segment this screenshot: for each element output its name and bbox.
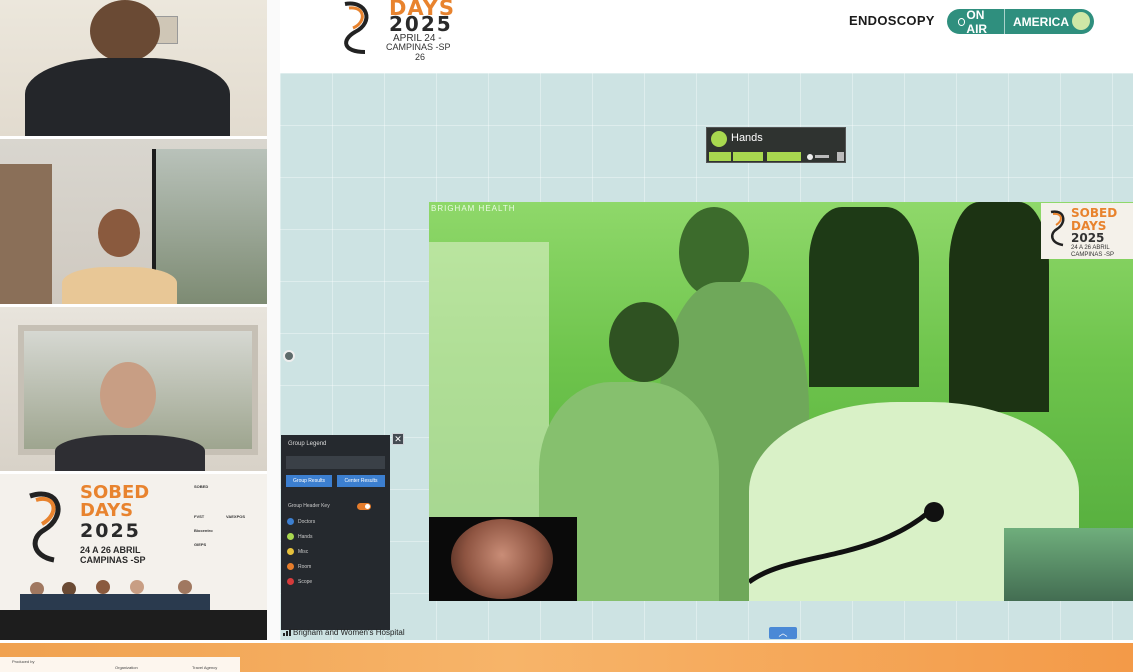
legend-item[interactable]: Doctors bbox=[287, 518, 315, 525]
visibility-toggle[interactable] bbox=[807, 152, 831, 161]
legend-item[interactable]: Hands bbox=[287, 533, 312, 540]
group-legend-panel: Group Legend Group Results Center Result… bbox=[281, 435, 390, 630]
trash-icon[interactable] bbox=[837, 152, 844, 161]
close-icon[interactable]: ✕ bbox=[392, 433, 404, 445]
panel-table bbox=[0, 610, 267, 640]
equipment-cart bbox=[429, 242, 549, 522]
badge-year: 2025 bbox=[1071, 231, 1105, 245]
sponsor-list: SOBED FVST VAEXPOS Biocentro GIEPS bbox=[192, 482, 264, 566]
sobed-logo-icon bbox=[1050, 210, 1065, 247]
endoscopy-feed bbox=[429, 517, 577, 601]
channel-label: ENDOSCOPY bbox=[849, 13, 935, 28]
scope-view bbox=[451, 519, 553, 599]
chevron-up-icon[interactable]: ︿ bbox=[769, 627, 797, 639]
legend-item[interactable]: Misc bbox=[287, 548, 308, 555]
stream-screen: SOBED DAYS 2025 24 A 26 ABRIL CAMPINAS -… bbox=[0, 0, 1133, 672]
participant-tile-4[interactable]: SOBED DAYS 2025 24 A 26 ABRIL CAMPINAS -… bbox=[0, 474, 267, 640]
legend-color-dot bbox=[287, 548, 294, 555]
person-standing bbox=[949, 202, 1049, 412]
endoscope-icon bbox=[749, 502, 944, 585]
group-card-option[interactable] bbox=[733, 152, 763, 161]
sponsor-strip: Produced by Organization Travel Agency bbox=[0, 657, 240, 672]
sobed-logo-icon bbox=[344, 1, 369, 54]
panel-logo-subtitle: DAYS bbox=[80, 500, 134, 521]
onair-label: ON AIR bbox=[966, 7, 988, 36]
group-card-option[interactable] bbox=[767, 152, 801, 161]
legend-item[interactable]: Scope bbox=[287, 578, 312, 585]
panel-logo-dates: 24 A 26 ABRIL bbox=[80, 545, 141, 555]
legend-item[interactable]: Room bbox=[287, 563, 311, 570]
live-dot-icon bbox=[958, 17, 966, 26]
video-event-badge: SOBED DAYS 2025 24 A 26 ABRIL CAMPINAS -… bbox=[1041, 203, 1133, 259]
organization-label: Organization bbox=[115, 665, 138, 670]
panel-logo-year: 2025 bbox=[80, 520, 141, 542]
legend-color-dot bbox=[287, 533, 294, 540]
travel-agency-label: Travel Agency bbox=[192, 665, 218, 670]
room-camera-feed bbox=[1004, 528, 1133, 601]
legend-search-input[interactable] bbox=[286, 456, 385, 469]
produced-by-label: Produced by bbox=[12, 659, 35, 664]
globe-icon bbox=[1072, 12, 1090, 30]
onair-badge: ON AIR AMERICA bbox=[947, 7, 1094, 36]
header-key-toggle[interactable] bbox=[357, 503, 371, 510]
sponsor-logo: Biocentro bbox=[194, 528, 213, 533]
sponsor-logo: SOBED bbox=[194, 484, 209, 489]
group-card-hands[interactable]: Hands bbox=[706, 127, 846, 163]
video-source-label: Brigham and Women's Hospital bbox=[283, 628, 413, 639]
logo-date-end: 26 bbox=[415, 52, 426, 62]
person-standing bbox=[809, 207, 919, 387]
center-results-button[interactable]: Center Results bbox=[337, 475, 385, 487]
participant-tile-1[interactable] bbox=[0, 0, 267, 136]
sponsor-logo: GIEPS bbox=[194, 542, 207, 547]
region-label: AMERICA bbox=[1013, 14, 1069, 29]
group-color-dot bbox=[711, 131, 727, 147]
group-card-label: Hands bbox=[731, 132, 763, 144]
legend-color-dot bbox=[287, 563, 294, 570]
badge-dates: 24 A 26 ABRIL bbox=[1071, 245, 1110, 251]
group-results-button[interactable]: Group Results bbox=[286, 475, 332, 487]
badge-city: CAMPINAS -SP bbox=[1071, 252, 1115, 258]
badge-title: SOBED bbox=[1071, 206, 1118, 220]
signal-icon bbox=[283, 629, 291, 636]
panel-logo-city: CAMPINAS -SP bbox=[80, 555, 146, 565]
sobed-logo-icon bbox=[29, 491, 61, 563]
brick-fireplace bbox=[0, 164, 52, 304]
logo-city: CAMPINAS -SP bbox=[386, 42, 451, 52]
legend-title: Group Legend bbox=[288, 441, 327, 447]
layout-divider bbox=[267, 0, 280, 640]
video-overlay-label: BRIGHAM HEALTH bbox=[431, 204, 516, 213]
canvas-handle[interactable] bbox=[283, 350, 295, 362]
sponsor-logo: FVST bbox=[194, 514, 205, 519]
sponsor-logo: VAEXPOS bbox=[226, 514, 246, 519]
legend-color-dot bbox=[287, 518, 294, 525]
participant-tile-3[interactable] bbox=[0, 307, 267, 471]
header-key-label: Group Header Key bbox=[288, 503, 330, 509]
person-head bbox=[609, 302, 679, 382]
legend-color-dot bbox=[287, 578, 294, 585]
group-card-option[interactable] bbox=[709, 152, 731, 161]
participant-tile-2[interactable] bbox=[0, 139, 267, 304]
